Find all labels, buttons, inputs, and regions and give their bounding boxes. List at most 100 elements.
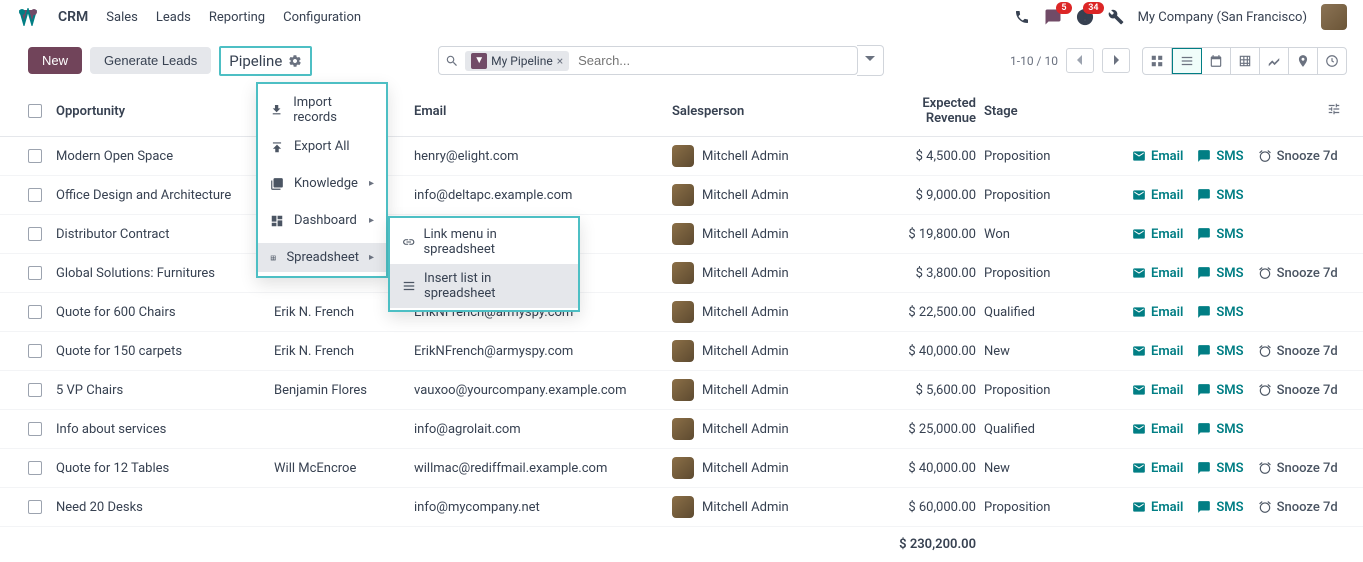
email-button[interactable]: Email <box>1132 188 1183 203</box>
table-row[interactable]: Global Solutions: Furnitures Robin Smith… <box>0 254 1363 293</box>
email-button[interactable]: Email <box>1132 383 1183 398</box>
cell-stage: Proposition <box>976 266 1066 281</box>
submenu-insert-list[interactable]: Insert list in spreadsheet <box>390 264 578 308</box>
email-button[interactable]: Email <box>1132 149 1183 164</box>
col-stage[interactable]: Stage <box>976 104 1066 119</box>
gear-icon[interactable] <box>288 54 302 68</box>
row-checkbox[interactable] <box>28 305 42 319</box>
nav-reporting[interactable]: Reporting <box>209 10 265 25</box>
chevron-right-icon: ▸ <box>369 215 374 226</box>
sms-button[interactable]: SMS <box>1197 149 1243 164</box>
cell-opportunity: Distributor Contract <box>56 227 274 242</box>
table-row[interactable]: Need 20 Desks info@mycompany.net Mitchel… <box>0 488 1363 527</box>
column-settings-icon[interactable] <box>1327 102 1341 116</box>
view-pivot[interactable] <box>1231 48 1260 74</box>
table-row[interactable]: Office Design and Architecture info@delt… <box>0 176 1363 215</box>
cell-salesperson: Mitchell Admin <box>672 457 872 479</box>
table-row[interactable]: Modern Open Space henry@elight.com Mitch… <box>0 137 1363 176</box>
row-checkbox[interactable] <box>28 422 42 436</box>
view-list[interactable] <box>1172 48 1202 74</box>
email-button[interactable]: Email <box>1132 266 1183 281</box>
sms-button[interactable]: SMS <box>1197 227 1243 242</box>
search-dropdown-toggle[interactable] <box>857 45 884 76</box>
search-input[interactable] <box>575 50 851 71</box>
user-avatar[interactable] <box>1321 4 1347 30</box>
menu-import-records[interactable]: Import records <box>258 88 386 132</box>
email-button[interactable]: Email <box>1132 227 1183 242</box>
col-opportunity[interactable]: Opportunity <box>56 104 274 119</box>
view-calendar[interactable] <box>1202 48 1231 74</box>
menu-spreadsheet[interactable]: Spreadsheet▸ <box>258 243 386 272</box>
row-checkbox[interactable] <box>28 188 42 202</box>
nav-configuration[interactable]: Configuration <box>283 10 361 25</box>
col-revenue[interactable]: Expected Revenue <box>872 96 976 126</box>
submenu-link-menu[interactable]: Link menu in spreadsheet <box>390 220 578 264</box>
table-header: Opportunity Contact Name Email Salespers… <box>0 86 1363 137</box>
table-row[interactable]: Quote for 150 carpets Erik N. French Eri… <box>0 332 1363 371</box>
sms-button[interactable]: SMS <box>1197 344 1243 359</box>
snooze-button[interactable]: Snooze 7d <box>1258 461 1338 476</box>
salesperson-avatar <box>672 340 694 362</box>
sms-button[interactable]: SMS <box>1197 266 1243 281</box>
messages-icon[interactable]: 5 <box>1044 8 1062 26</box>
snooze-button[interactable]: Snooze 7d <box>1258 266 1338 281</box>
snooze-button[interactable]: Snooze 7d <box>1258 383 1338 398</box>
table-row[interactable]: Quote for 600 Chairs Erik N. French Erik… <box>0 293 1363 332</box>
menu-export-all[interactable]: Export All <box>258 132 386 161</box>
app-name[interactable]: CRM <box>58 9 88 25</box>
table-row[interactable]: Distributor Contract Mitchell Admin $ 19… <box>0 215 1363 254</box>
row-checkbox[interactable] <box>28 383 42 397</box>
snooze-button[interactable]: Snooze 7d <box>1258 500 1338 515</box>
cell-salesperson: Mitchell Admin <box>672 145 872 167</box>
phone-icon[interactable] <box>1014 9 1030 25</box>
search-bar[interactable]: ▼ My Pipeline × <box>438 46 858 75</box>
pager-counter[interactable]: 1-10 / 10 <box>1010 54 1058 68</box>
activities-icon[interactable]: 34 <box>1076 8 1094 26</box>
view-kanban[interactable] <box>1143 48 1172 74</box>
email-button[interactable]: Email <box>1132 422 1183 437</box>
generate-leads-button[interactable]: Generate Leads <box>90 47 211 74</box>
select-all-checkbox[interactable] <box>28 104 42 118</box>
table-row[interactable]: 5 VP Chairs Benjamin Flores vauxoo@yourc… <box>0 371 1363 410</box>
breadcrumb[interactable]: Pipeline <box>219 46 312 76</box>
row-checkbox[interactable] <box>28 500 42 514</box>
row-checkbox[interactable] <box>28 149 42 163</box>
email-button[interactable]: Email <box>1132 305 1183 320</box>
salesperson-avatar <box>672 379 694 401</box>
row-checkbox[interactable] <box>28 266 42 280</box>
view-switcher <box>1142 47 1347 75</box>
nav-sales[interactable]: Sales <box>106 10 138 25</box>
menu-knowledge[interactable]: Knowledge▸ <box>258 169 386 198</box>
email-button[interactable]: Email <box>1132 461 1183 476</box>
view-map[interactable] <box>1289 48 1318 74</box>
table-row[interactable]: Quote for 12 Tables Will McEncroe willma… <box>0 449 1363 488</box>
filter-chip[interactable]: ▼ My Pipeline × <box>465 51 569 71</box>
nav-leads[interactable]: Leads <box>156 10 191 25</box>
row-checkbox[interactable] <box>28 344 42 358</box>
sms-button[interactable]: SMS <box>1197 500 1243 515</box>
col-email[interactable]: Email <box>414 104 672 119</box>
sms-button[interactable]: SMS <box>1197 383 1243 398</box>
menu-dashboard[interactable]: Dashboard▸ <box>258 206 386 235</box>
col-salesperson[interactable]: Salesperson <box>672 104 872 119</box>
sms-button[interactable]: SMS <box>1197 305 1243 320</box>
sms-button[interactable]: SMS <box>1197 188 1243 203</box>
view-activity[interactable] <box>1318 48 1346 74</box>
cell-opportunity: Quote for 600 Chairs <box>56 305 274 320</box>
row-checkbox[interactable] <box>28 227 42 241</box>
pager-prev[interactable] <box>1066 48 1094 73</box>
table-row[interactable]: Info about services info@agrolait.com Mi… <box>0 410 1363 449</box>
debug-icon[interactable] <box>1108 9 1124 25</box>
view-graph[interactable] <box>1260 48 1289 74</box>
email-button[interactable]: Email <box>1132 344 1183 359</box>
close-icon[interactable]: × <box>557 54 563 68</box>
sms-button[interactable]: SMS <box>1197 461 1243 476</box>
email-button[interactable]: Email <box>1132 500 1183 515</box>
row-checkbox[interactable] <box>28 461 42 475</box>
company-selector[interactable]: My Company (San Francisco) <box>1138 10 1307 25</box>
snooze-button[interactable]: Snooze 7d <box>1258 344 1338 359</box>
pager-next[interactable] <box>1102 48 1130 73</box>
sms-button[interactable]: SMS <box>1197 422 1243 437</box>
new-button[interactable]: New <box>28 47 82 74</box>
snooze-button[interactable]: Snooze 7d <box>1258 149 1338 164</box>
